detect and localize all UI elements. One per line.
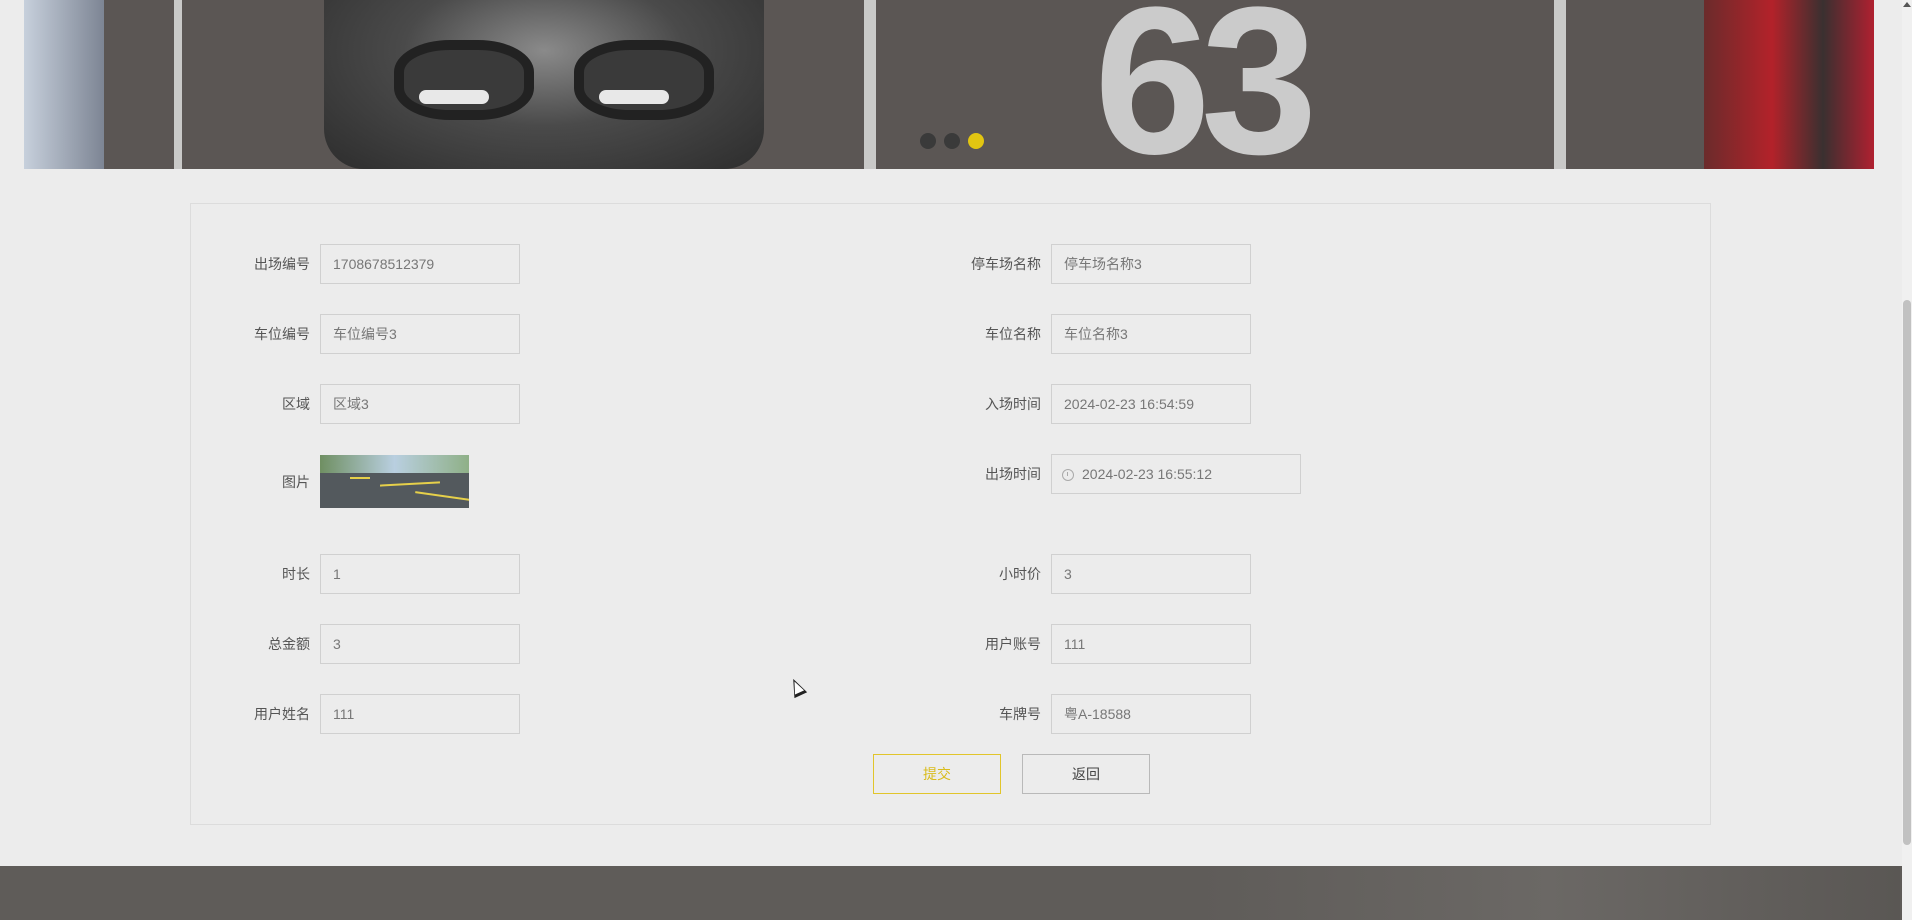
form-row-quyu: 区域	[200, 384, 520, 424]
form-row-chepaihao: 车牌号	[931, 694, 1251, 734]
form-row-xiaoshijia: 小时价	[931, 554, 1251, 594]
car-light-left	[419, 90, 489, 104]
carousel-dot-2[interactable]	[944, 133, 960, 149]
field-label: 入场时间	[985, 396, 1041, 412]
parking-image-thumbnail[interactable]	[320, 455, 469, 508]
page-scrollbar[interactable]	[1902, 0, 1912, 920]
field-label: 车牌号	[999, 706, 1041, 722]
form-row-tupian: 图片	[200, 455, 469, 508]
page-footer	[0, 866, 1903, 920]
license-plate-input[interactable]	[1051, 694, 1251, 734]
exit-time-picker[interactable]: 2024-02-23 16:55:12	[1051, 454, 1301, 494]
form-row-tingchechang-mingcheng: 停车场名称	[931, 244, 1251, 284]
form-row-chewei-bianhao: 车位编号	[200, 314, 520, 354]
carousel-dot-1[interactable]	[920, 133, 936, 149]
banner-image-edge-right	[1704, 0, 1874, 169]
field-label: 车位编号	[254, 326, 310, 342]
thumbnail-sky	[320, 455, 469, 473]
entry-time-input[interactable]	[1051, 384, 1251, 424]
field-label: 出场编号	[254, 256, 310, 272]
carousel-dot-3[interactable]	[968, 133, 984, 149]
form-row-chewei-mingcheng: 车位名称	[931, 314, 1251, 354]
hourly-price-input[interactable]	[1051, 554, 1251, 594]
field-label: 出场时间	[985, 466, 1041, 482]
duration-input[interactable]	[320, 554, 520, 594]
banner-image-edge-left	[24, 0, 104, 169]
form-row-zongjine: 总金额	[200, 624, 520, 664]
user-account-input[interactable]	[1051, 624, 1251, 664]
total-amount-input[interactable]	[320, 624, 520, 664]
parking-lot-name-input[interactable]	[1051, 244, 1251, 284]
field-label: 时长	[282, 566, 310, 582]
car-light-right	[599, 90, 669, 104]
scroll-up-arrow-icon[interactable]	[1903, 2, 1911, 7]
form-row-shichang: 时长	[200, 554, 520, 594]
thumbnail-lot	[320, 473, 469, 508]
field-label: 区域	[282, 396, 310, 412]
field-label: 小时价	[999, 566, 1041, 582]
parking-line	[1554, 0, 1566, 169]
form-row-yonghu-xingming: 用户姓名	[200, 694, 520, 734]
back-button[interactable]: 返回	[1022, 754, 1150, 794]
user-name-input[interactable]	[320, 694, 520, 734]
scrollbar-thumb[interactable]	[1903, 300, 1911, 845]
field-label: 用户账号	[985, 636, 1041, 652]
form-row-yonghu-zhanghao: 用户账号	[931, 624, 1251, 664]
exit-number-input[interactable]	[320, 244, 520, 284]
field-label: 总金额	[268, 636, 310, 652]
space-number-input[interactable]	[320, 314, 520, 354]
field-label: 用户姓名	[254, 706, 310, 722]
footer-image	[1200, 866, 1900, 920]
form-row-chuchang-bianhao: 出场编号	[200, 244, 520, 284]
parking-line	[174, 0, 182, 169]
car-grille-right	[574, 40, 714, 120]
field-label: 停车场名称	[971, 256, 1041, 272]
exit-time-value: 2024-02-23 16:55:12	[1082, 466, 1212, 482]
carousel-indicators	[920, 133, 984, 149]
form-row-chuchang-shijian: 出场时间 2024-02-23 16:55:12	[931, 454, 1301, 494]
form-row-ruchang-shijian: 入场时间	[931, 384, 1251, 424]
parking-line	[864, 0, 876, 169]
clock-icon	[1062, 469, 1074, 482]
thumbnail-line	[350, 477, 370, 479]
field-label: 图片	[282, 473, 310, 490]
field-label: 车位名称	[985, 326, 1041, 342]
area-input[interactable]	[320, 384, 520, 424]
car-image	[324, 0, 764, 169]
parking-spot-number: 63	[1094, 0, 1318, 169]
car-grille-left	[394, 40, 534, 120]
submit-button[interactable]: 提交	[873, 754, 1001, 794]
space-name-input[interactable]	[1051, 314, 1251, 354]
